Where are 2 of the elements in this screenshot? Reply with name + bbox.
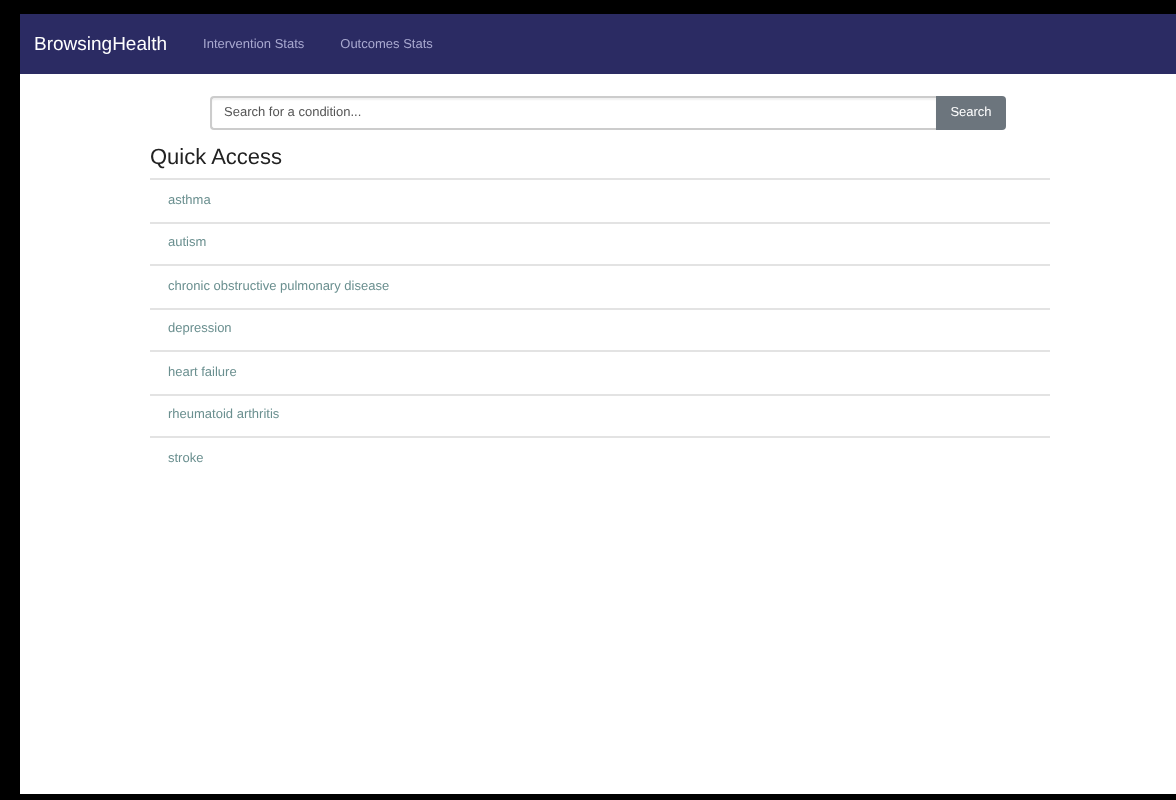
section-heading: Quick Access [150,146,285,170]
brand-link[interactable]: BrowsingHealth [34,33,168,55]
